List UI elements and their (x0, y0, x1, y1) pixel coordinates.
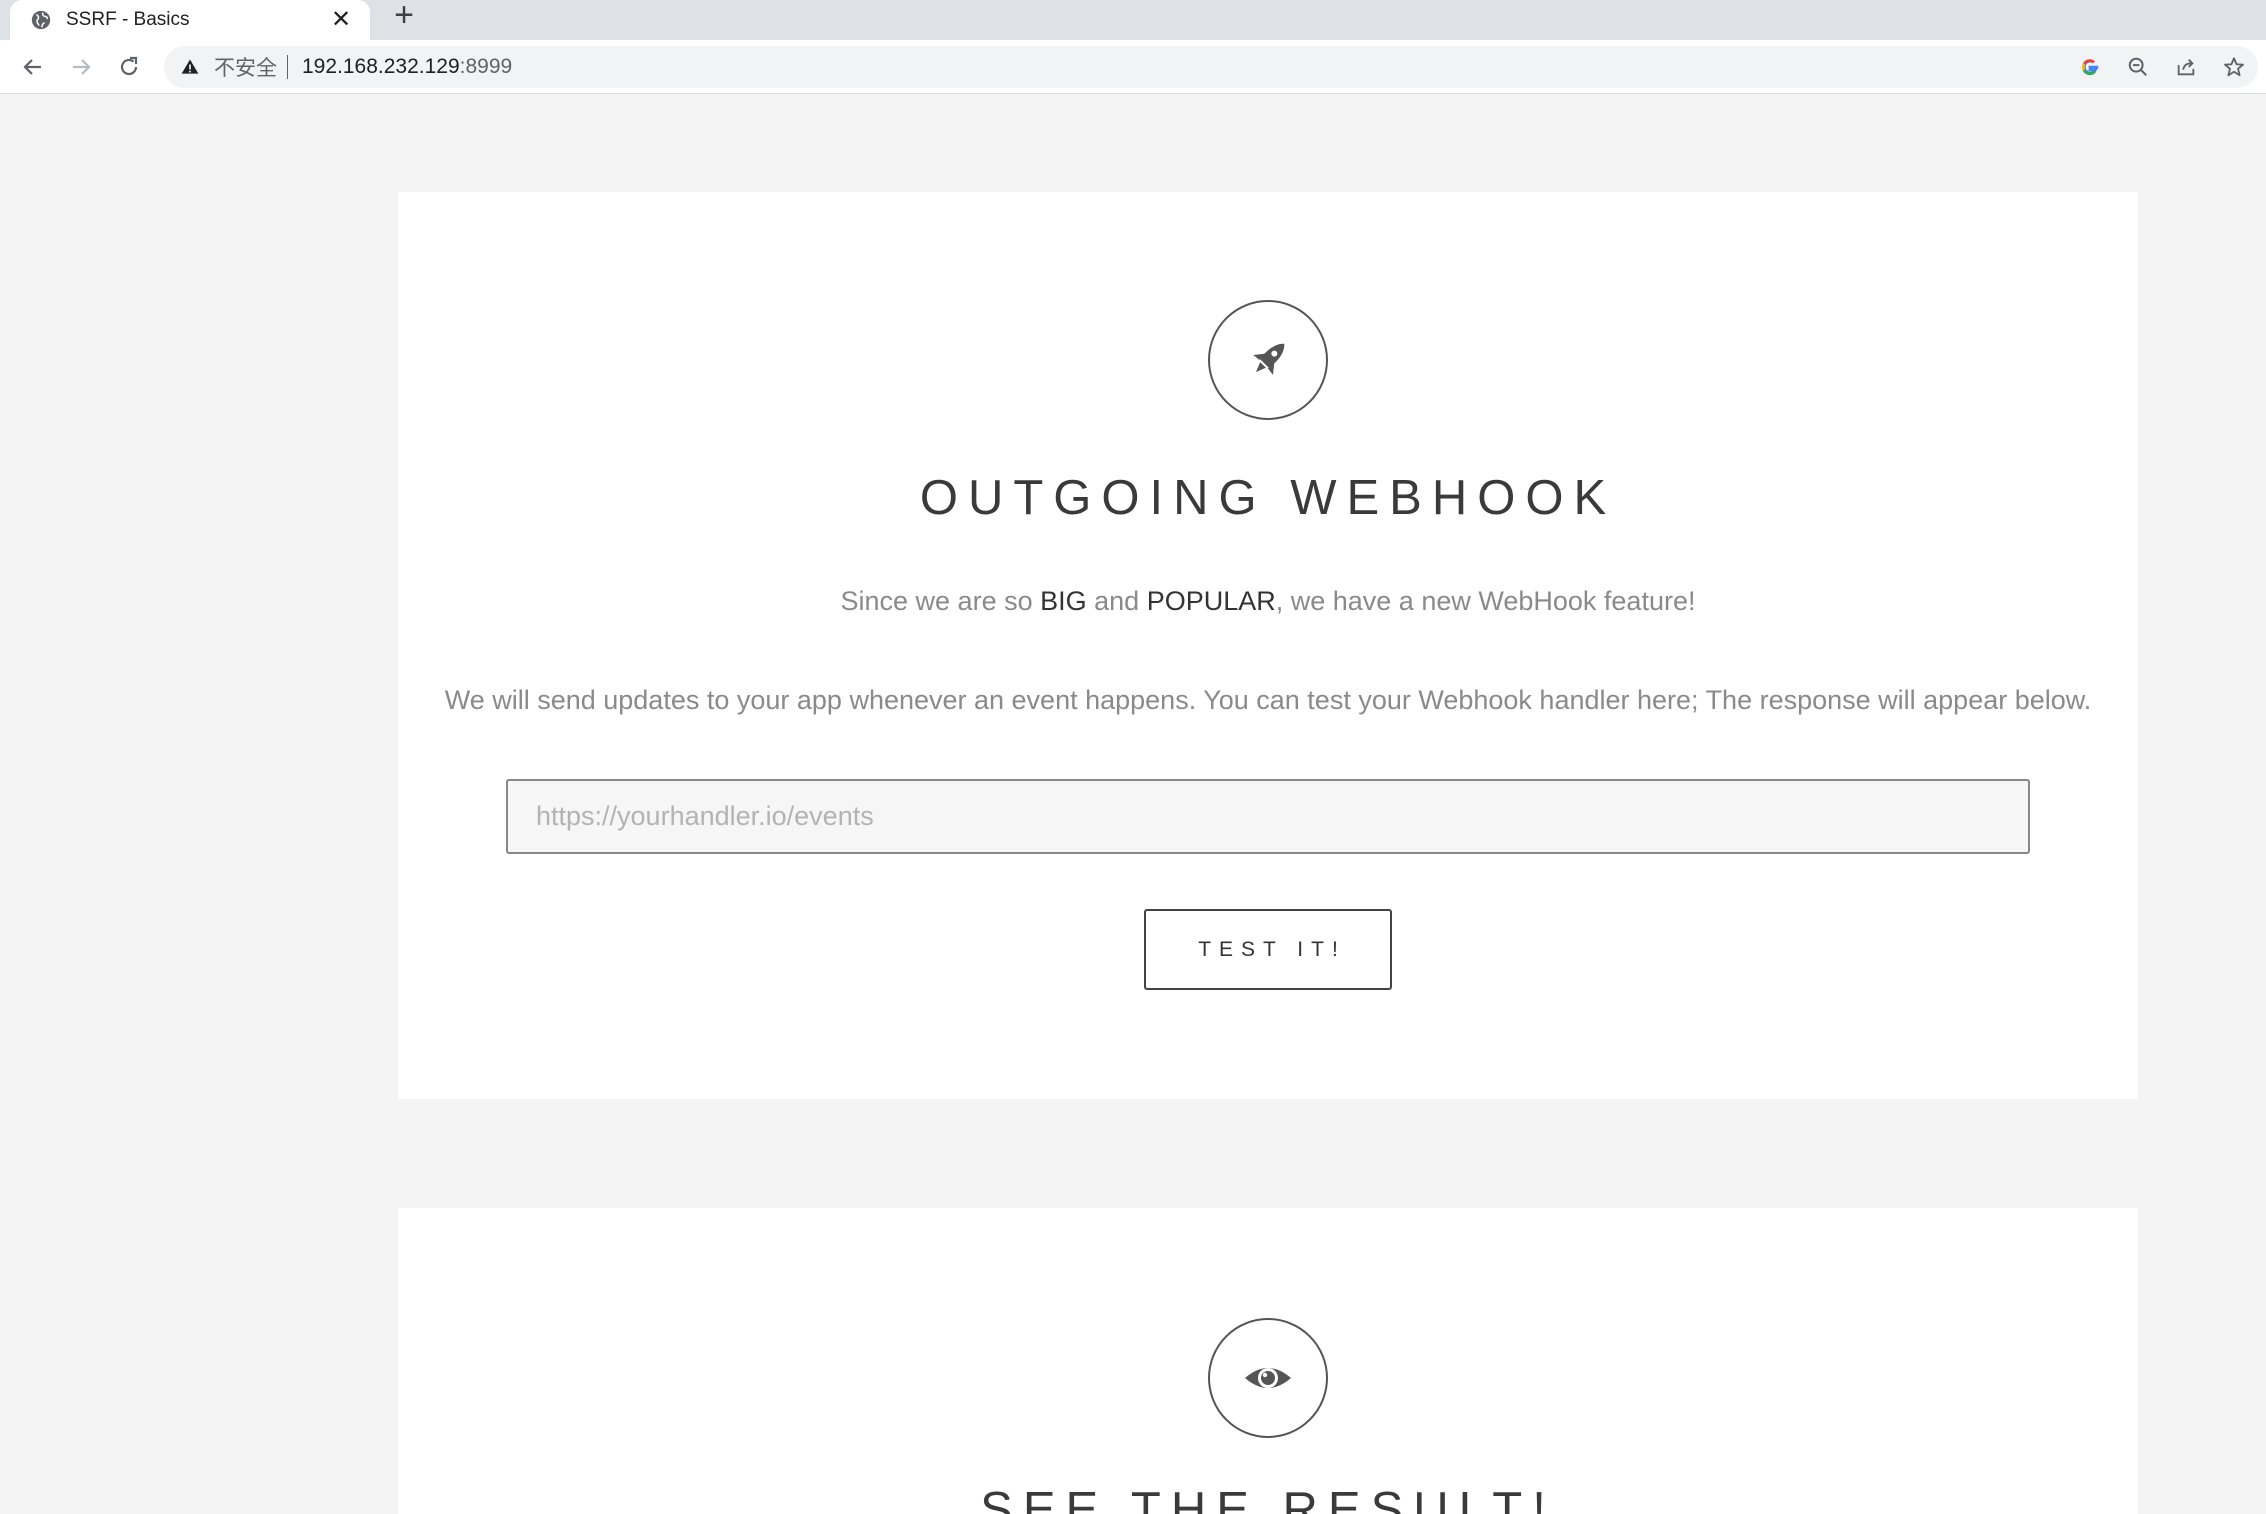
see-result-card: SEE THE RESULT! (398, 1208, 2138, 1514)
url-host[interactable]: 192.168.232.129 (302, 55, 460, 79)
url-port[interactable]: :8999 (460, 55, 513, 79)
arrow-left-icon (23, 59, 41, 75)
rocket-icon (1253, 343, 1285, 375)
google-icon (2081, 59, 2099, 76)
share-icon (2177, 59, 2195, 76)
star-icon (2224, 57, 2244, 77)
eye-icon-circle (1208, 1318, 1328, 1438)
back-button[interactable] (14, 48, 52, 86)
outgoing-webhook-card: OUTGOING WEBHOOK Since we are so BIG and… (398, 192, 2138, 1099)
rocket-icon-circle (1208, 300, 1328, 420)
lead-text-start: Since we are so (840, 586, 1041, 616)
browser-tabstrip: SSRF - Basics ✕ + (0, 0, 2266, 40)
result-heading: SEE THE RESULT! (980, 1483, 1556, 1514)
lead-big: BIG (1040, 586, 1087, 616)
insecure-label[interactable]: 不安全 (214, 52, 277, 82)
lead-text-end: , we have a new WebHook feature! (1275, 586, 1696, 616)
zoom-out-icon (2128, 57, 2147, 76)
warning-icon[interactable] (180, 57, 200, 77)
webhook-heading: OUTGOING WEBHOOK (919, 471, 1617, 525)
zoom-button[interactable] (2114, 46, 2162, 88)
lead-text-mid: and (1086, 586, 1147, 616)
forward-button[interactable] (62, 48, 100, 86)
url-divider (287, 55, 288, 79)
google-translate-button[interactable] (2066, 46, 2114, 88)
globe-icon (31, 10, 51, 30)
browser-tab-active[interactable]: SSRF - Basics ✕ (10, 0, 370, 40)
close-tab-icon[interactable]: ✕ (328, 8, 354, 32)
tab-title: SSRF - Basics (66, 9, 190, 30)
new-tab-button[interactable]: + (388, 0, 420, 32)
bookmark-button[interactable] (2210, 46, 2258, 88)
eye-icon (1245, 1368, 1291, 1388)
webhook-lead-text: Since we are so BIG and POPULAR, we have… (398, 586, 2138, 617)
reload-icon (120, 56, 138, 76)
test-it-button[interactable]: TEST IT! (1144, 909, 1392, 990)
share-button[interactable] (2162, 46, 2210, 88)
lead-popular: POPULAR (1146, 586, 1276, 616)
reload-button[interactable] (110, 48, 148, 86)
webhook-description: We will send updates to your app wheneve… (444, 685, 2092, 715)
address-bar[interactable]: 不安全 192.168.232.129 :8999 (164, 46, 2258, 88)
browser-toolbar: 不安全 192.168.232.129 :8999 (0, 40, 2266, 94)
arrow-right-icon (73, 59, 91, 75)
omnibox-actions (2066, 46, 2258, 88)
webhook-url-input[interactable] (506, 779, 2030, 854)
